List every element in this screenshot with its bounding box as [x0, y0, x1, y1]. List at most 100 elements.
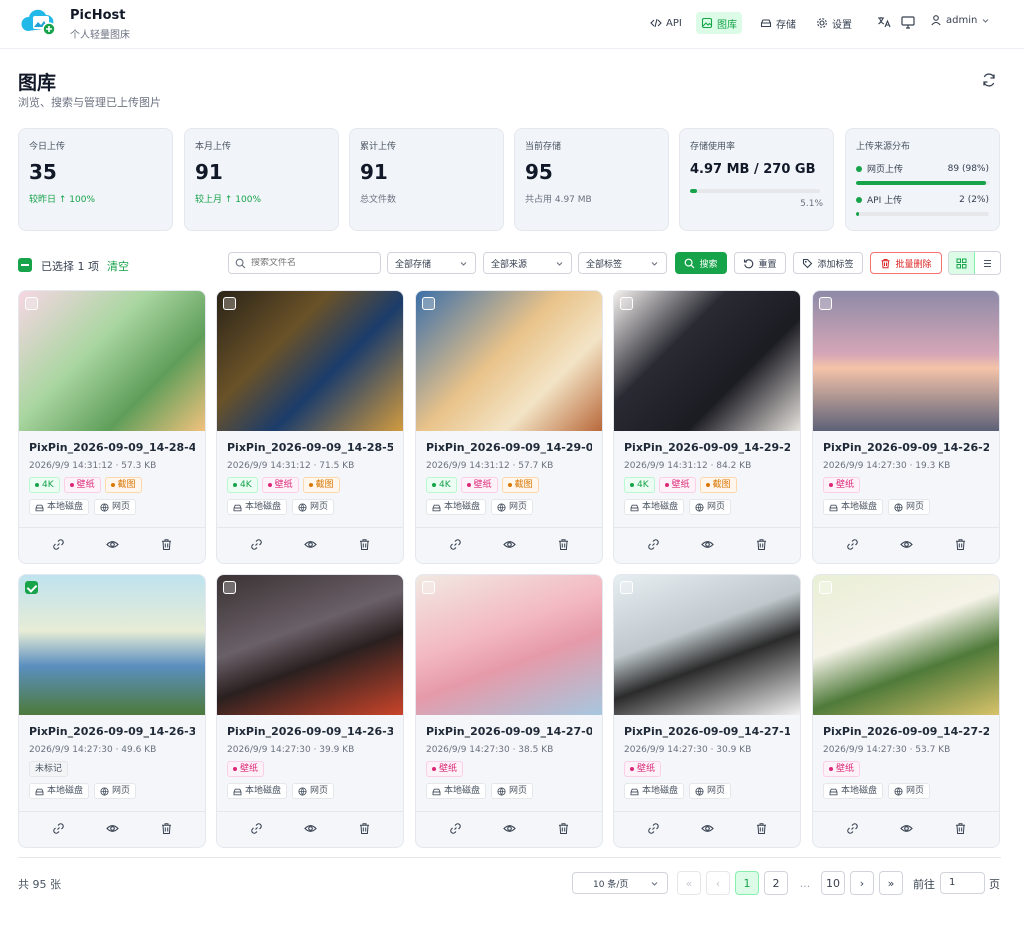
image-select-checkbox[interactable] — [223, 297, 236, 310]
nav-settings[interactable]: 设置 — [811, 12, 857, 34]
image-card[interactable]: PixPin_2026-09-09_14-28-4... 2026/9/9 14… — [18, 290, 206, 564]
page-2-button[interactable]: 2 — [764, 871, 788, 895]
page-size-select[interactable]: 10 条/页 — [572, 872, 668, 894]
image-card[interactable]: PixPin_2026-09-09_14-26-2... 2026/9/9 14… — [812, 290, 1000, 564]
image-thumbnail[interactable] — [614, 291, 800, 431]
delete-button[interactable] — [160, 822, 173, 838]
image-select-checkbox[interactable] — [25, 297, 38, 310]
copy-link-button[interactable] — [647, 538, 660, 554]
delete-button[interactable] — [954, 822, 967, 838]
image-card[interactable]: PixPin_2026-09-09_14-29-0... 2026/9/9 14… — [415, 290, 603, 564]
delete-button[interactable] — [755, 538, 768, 554]
copy-link-button[interactable] — [449, 822, 462, 838]
reset-button[interactable]: 重置 — [734, 252, 786, 274]
image-thumbnail[interactable] — [19, 291, 205, 431]
preview-button[interactable] — [899, 822, 913, 838]
storage-badge: 本地磁盘 — [823, 783, 884, 799]
image-card[interactable]: PixPin_2026-09-09_14-27-2... 2026/9/9 14… — [812, 574, 1000, 848]
image-card[interactable]: PixPin_2026-09-09_14-26-3... 2026/9/9 14… — [216, 574, 404, 848]
page-10-button[interactable]: 10 — [821, 871, 845, 895]
image-select-checkbox[interactable] — [819, 581, 832, 594]
image-select-checkbox[interactable] — [25, 581, 38, 594]
copy-link-button[interactable] — [449, 538, 462, 554]
image-thumbnail[interactable] — [19, 575, 205, 715]
preview-button[interactable] — [700, 822, 714, 838]
image-select-checkbox[interactable] — [620, 297, 633, 310]
image-thumbnail[interactable] — [614, 575, 800, 715]
image-thumbnail[interactable] — [217, 291, 403, 431]
monitor-icon[interactable] — [900, 14, 916, 30]
image-thumbnail[interactable] — [813, 575, 999, 715]
image-select-checkbox[interactable] — [620, 581, 633, 594]
copy-link-button[interactable] — [846, 538, 859, 554]
search-input[interactable] — [251, 258, 371, 268]
select-all-checkbox[interactable] — [18, 258, 32, 272]
copy-link-button[interactable] — [52, 538, 65, 554]
translate-icon[interactable] — [876, 14, 892, 30]
image-card[interactable]: PixPin_2026-09-09_14-27-0... 2026/9/9 14… — [415, 574, 603, 848]
copy-link-button[interactable] — [250, 538, 263, 554]
link-icon — [449, 822, 461, 834]
source-filter-select[interactable]: 全部来源 — [483, 252, 572, 274]
first-page-button[interactable]: « — [677, 871, 701, 895]
tag-filter-select[interactable]: 全部标签 — [578, 252, 667, 274]
refresh-icon[interactable] — [981, 72, 997, 88]
nav-api[interactable]: API — [645, 12, 687, 34]
image-card[interactable]: PixPin_2026-09-09_14-29-2... 2026/9/9 14… — [613, 290, 801, 564]
image-card[interactable]: PixPin_2026-09-09_14-28-5... 2026/9/9 14… — [216, 290, 404, 564]
image-thumbnail[interactable] — [217, 575, 403, 715]
page-1-button[interactable]: 1 — [735, 871, 759, 895]
image-select-checkbox[interactable] — [223, 581, 236, 594]
copy-link-button[interactable] — [250, 822, 263, 838]
image-thumbnail[interactable] — [813, 291, 999, 431]
copy-link-button[interactable] — [647, 822, 660, 838]
preview-button[interactable] — [899, 538, 913, 554]
delete-button[interactable] — [358, 822, 371, 838]
storage-filter-select[interactable]: 全部存储 — [387, 252, 476, 274]
preview-button[interactable] — [105, 822, 119, 838]
image-meta: 2026/9/9 14:27:30 · 39.9 KB — [227, 745, 355, 755]
tag-screenshot: 截图 — [699, 477, 737, 493]
batch-delete-button[interactable]: 批量删除 — [870, 252, 942, 274]
preview-button[interactable] — [502, 822, 516, 838]
image-select-checkbox[interactable] — [422, 581, 435, 594]
image-actions — [813, 811, 999, 847]
nav-gallery[interactable]: 图库 — [696, 12, 742, 34]
image-card[interactable]: PixPin_2026-09-09_14-26-3... 2026/9/9 14… — [18, 574, 206, 848]
goto-page-input[interactable]: 1 — [940, 872, 985, 894]
list-view-button[interactable] — [975, 252, 1000, 274]
eye-icon — [899, 824, 913, 832]
image-thumbnail[interactable] — [416, 291, 602, 431]
last-page-button[interactable]: » — [879, 871, 903, 895]
delete-button[interactable] — [557, 822, 570, 838]
nav-storage[interactable]: 存储 — [755, 12, 801, 34]
goto-suffix: 页 — [989, 878, 1000, 891]
delete-button[interactable] — [755, 822, 768, 838]
image-sources: 本地磁盘 网页 — [29, 783, 195, 799]
image-select-checkbox[interactable] — [422, 297, 435, 310]
trash-icon — [756, 538, 766, 550]
delete-button[interactable] — [358, 538, 371, 554]
image-card[interactable]: PixPin_2026-09-09_14-27-1... 2026/9/9 14… — [613, 574, 801, 848]
grid-view-button[interactable] — [949, 252, 975, 274]
image-select-checkbox[interactable] — [819, 297, 832, 310]
preview-button[interactable] — [303, 538, 317, 554]
preview-button[interactable] — [502, 538, 516, 554]
delete-button[interactable] — [557, 538, 570, 554]
user-menu[interactable]: admin — [930, 14, 990, 26]
tag-untagged: 未标记 — [29, 761, 69, 777]
copy-link-button[interactable] — [52, 822, 65, 838]
add-tag-button[interactable]: 添加标签 — [793, 252, 863, 274]
delete-button[interactable] — [954, 538, 967, 554]
image-thumbnail[interactable] — [416, 575, 602, 715]
next-page-button[interactable]: › — [850, 871, 874, 895]
clear-selection-link[interactable]: 清空 — [107, 258, 129, 274]
search-button[interactable]: 搜索 — [675, 252, 727, 274]
copy-link-button[interactable] — [846, 822, 859, 838]
preview-button[interactable] — [105, 538, 119, 554]
preview-button[interactable] — [700, 538, 714, 554]
delete-button[interactable] — [160, 538, 173, 554]
preview-button[interactable] — [303, 822, 317, 838]
tag-icon — [803, 258, 813, 268]
prev-page-button[interactable]: ‹ — [706, 871, 730, 895]
